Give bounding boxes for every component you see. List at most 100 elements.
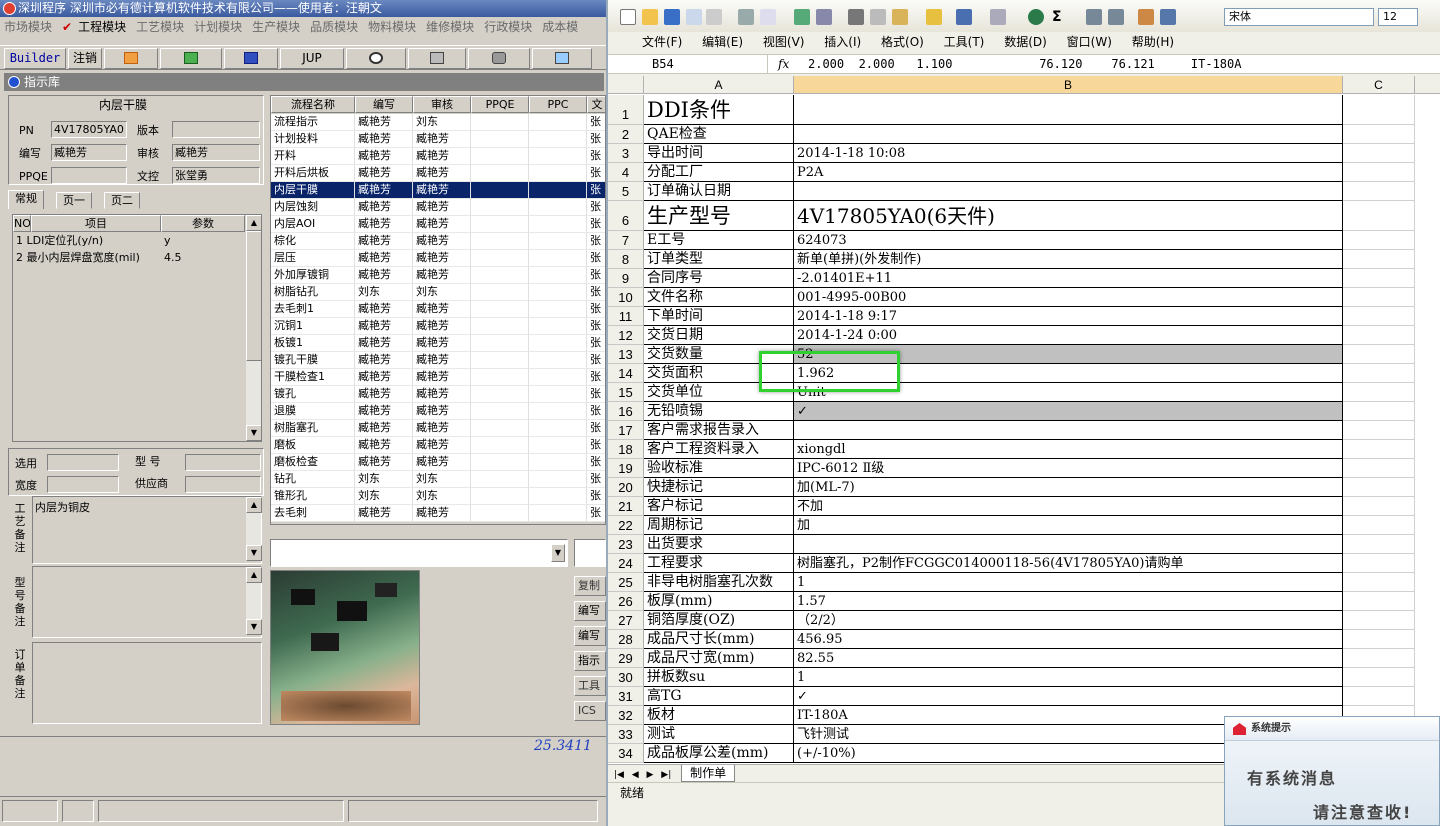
row-header[interactable]: 21 xyxy=(608,497,644,516)
model-note-memo[interactable]: ▲ ▼ xyxy=(32,566,262,638)
formula-input[interactable]: 2.000 2.000 1.100 76.120 76.121 IT-180A xyxy=(808,55,1241,73)
cell-b[interactable]: -2.01401E+11 xyxy=(794,269,1343,288)
cell-b[interactable]: IPC-6012 Ⅱ级 xyxy=(794,459,1343,478)
cell-b[interactable]: 加(ML-7) xyxy=(794,478,1343,497)
tab-page2[interactable]: 页二 xyxy=(104,192,140,209)
row-header[interactable]: 3 xyxy=(608,144,644,163)
view-button[interactable] xyxy=(346,48,406,69)
cell-c[interactable] xyxy=(1343,182,1415,201)
cell-c[interactable] xyxy=(1343,201,1415,231)
print-icon[interactable] xyxy=(738,9,754,25)
order-note-memo[interactable] xyxy=(32,642,262,724)
param-scrollbar[interactable]: ▲ ▼ xyxy=(245,215,261,441)
cell-a[interactable]: 导出时间 xyxy=(644,144,794,163)
menu-process[interactable]: 工艺模块 xyxy=(136,20,184,34)
craft-scrollbar[interactable]: ▲ ▼ xyxy=(245,497,262,561)
row-header[interactable]: 19 xyxy=(608,459,644,478)
system-notification[interactable]: 系统提示 有系统消息 请注意查收! xyxy=(1224,716,1440,826)
menu-data[interactable]: 数据(D) xyxy=(1004,32,1047,52)
row-header[interactable]: 20 xyxy=(608,478,644,497)
hyperlink-icon[interactable] xyxy=(1028,9,1044,25)
select-all-corner[interactable] xyxy=(608,76,644,94)
cell-a[interactable]: QAE检查 xyxy=(644,125,794,144)
ics-button[interactable]: ICS xyxy=(574,701,606,721)
cell-c[interactable] xyxy=(1343,125,1415,144)
redo-icon[interactable] xyxy=(990,9,1006,25)
supplier-field[interactable] xyxy=(185,476,261,493)
preview-icon[interactable] xyxy=(760,9,776,25)
cell-a[interactable]: 非导电树脂塞孔次数 xyxy=(644,573,794,592)
autosum-icon[interactable]: Σ xyxy=(1052,9,1068,25)
row-header[interactable]: 7 xyxy=(608,231,644,250)
cell-c[interactable] xyxy=(1343,250,1415,269)
sort-desc-icon[interactable] xyxy=(1108,9,1124,25)
model-note-scrollbar[interactable]: ▲ ▼ xyxy=(245,567,262,635)
cell-b[interactable] xyxy=(794,535,1343,554)
menu-format[interactable]: 格式(O) xyxy=(881,32,924,52)
menu-maintenance[interactable]: 维修模块 xyxy=(426,20,474,34)
row-header[interactable]: 12 xyxy=(608,326,644,345)
scroll-down-icon[interactable]: ▼ xyxy=(246,545,262,561)
cell-c[interactable] xyxy=(1343,345,1415,364)
cell-a[interactable]: 订单类型 xyxy=(644,250,794,269)
cell-c[interactable] xyxy=(1343,535,1415,554)
cell-c[interactable] xyxy=(1343,611,1415,630)
cell-c[interactable] xyxy=(1343,144,1415,163)
cell-b[interactable]: 2014-1-18 9:17 xyxy=(794,307,1343,326)
cell-a[interactable]: 周期标记 xyxy=(644,516,794,535)
menu-view[interactable]: 视图(V) xyxy=(763,32,805,52)
row-header[interactable]: 30 xyxy=(608,668,644,687)
row-header[interactable]: 13 xyxy=(608,345,644,364)
cell-b[interactable] xyxy=(794,95,1343,125)
menu-production[interactable]: 生产模块 xyxy=(252,20,300,34)
scroll-down-icon[interactable]: ▼ xyxy=(246,425,261,441)
row-header[interactable]: 22 xyxy=(608,516,644,535)
cell-c[interactable] xyxy=(1343,554,1415,573)
settings-button[interactable] xyxy=(468,48,530,69)
menu-quality[interactable]: 品质模块 xyxy=(310,20,358,34)
ppt-button[interactable] xyxy=(104,48,158,69)
author-field[interactable]: 臧艳芳 xyxy=(51,144,127,161)
menu-engineering[interactable]: 工程模块 xyxy=(78,20,126,34)
cell-c[interactable] xyxy=(1343,478,1415,497)
column-header-b[interactable]: B xyxy=(794,76,1343,94)
cell-a[interactable]: 拼板数su xyxy=(644,668,794,687)
cell-b[interactable]: 001-4995-00B00 xyxy=(794,288,1343,307)
row-header[interactable]: 24 xyxy=(608,554,644,573)
jup-button[interactable]: JUP xyxy=(280,48,344,69)
row-header[interactable]: 2 xyxy=(608,125,644,144)
craft-note-memo[interactable]: 内层为铜皮 ▲ ▼ xyxy=(32,496,262,564)
cell-a[interactable]: 下单时间 xyxy=(644,307,794,326)
cell-b[interactable]: 加 xyxy=(794,516,1343,535)
name-box[interactable]: B54 xyxy=(608,55,768,73)
cell-b[interactable]: 2014-1-24 0:00 xyxy=(794,326,1343,345)
cell-c[interactable] xyxy=(1343,307,1415,326)
copy-button[interactable]: 复制 xyxy=(574,576,606,596)
extra-field[interactable] xyxy=(574,539,606,567)
cell-a[interactable]: 出货要求 xyxy=(644,535,794,554)
cell-b[interactable]: 4V17805YA0(6天件) xyxy=(794,201,1343,231)
scroll-down-icon[interactable]: ▼ xyxy=(246,619,262,635)
cell-c[interactable] xyxy=(1343,592,1415,611)
row-header[interactable]: 15 xyxy=(608,383,644,402)
menu-edit[interactable]: 编辑(E) xyxy=(702,32,743,52)
cell-a[interactable]: 分配工厂 xyxy=(644,163,794,182)
cell-b[interactable] xyxy=(794,125,1343,144)
instruction-button[interactable]: 指示 xyxy=(574,651,606,671)
excel-button[interactable] xyxy=(160,48,222,69)
cell-c[interactable] xyxy=(1343,497,1415,516)
database-button[interactable] xyxy=(408,48,466,69)
menu-plan[interactable]: 计划模块 xyxy=(194,20,242,34)
cell-b[interactable]: 树脂塞孔，P2制作FCGGC014000118-56(4V17805YA0)请购… xyxy=(794,554,1343,573)
cut-icon[interactable] xyxy=(848,9,864,25)
ppqe-field[interactable] xyxy=(51,167,127,184)
cell-c[interactable] xyxy=(1343,231,1415,250)
row-header[interactable]: 29 xyxy=(608,649,644,668)
menu-help[interactable]: 帮助(H) xyxy=(1132,32,1174,52)
cell-b[interactable]: 新单(单拼)(外发制作) xyxy=(794,250,1343,269)
cell-b[interactable]: 624073 xyxy=(794,231,1343,250)
column-header-d[interactable] xyxy=(1415,76,1440,94)
cell-a[interactable]: 生产型号 xyxy=(644,201,794,231)
menu-market[interactable]: 市场模块 xyxy=(4,20,52,34)
row-header[interactable]: 17 xyxy=(608,421,644,440)
